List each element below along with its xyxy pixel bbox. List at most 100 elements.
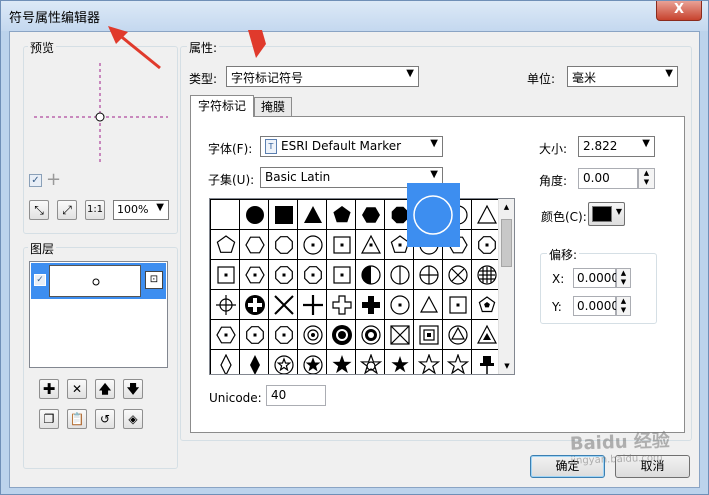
symbol-cell-circ-dot-icon[interactable] bbox=[385, 290, 414, 320]
paste-layer-button[interactable]: 📋 bbox=[67, 409, 87, 429]
copy-layer-button[interactable]: ❐ bbox=[39, 409, 59, 429]
offset-y-field[interactable]: 0.0000 bbox=[573, 296, 619, 316]
symbol-cell-plus-o-icon[interactable] bbox=[327, 290, 356, 320]
scroll-thumb[interactable] bbox=[501, 219, 512, 267]
sq-dot-icon bbox=[449, 296, 467, 314]
symbol-cell-dot-sq-icon[interactable] bbox=[327, 230, 356, 260]
symbol-cell-dot-sq2-icon[interactable] bbox=[211, 260, 240, 290]
symbol-cell-hex-o-icon[interactable] bbox=[240, 230, 269, 260]
symbol-cell-dot-icon[interactable] bbox=[240, 200, 269, 230]
symbol-cell-x-icon[interactable] bbox=[269, 290, 298, 320]
unicode-field[interactable]: 40 bbox=[266, 385, 326, 406]
symbol-cell-circ-star-icon[interactable] bbox=[269, 350, 298, 374]
symbol-cell-dot-oct-icon[interactable] bbox=[472, 230, 501, 260]
zoom-out-fit-button[interactable]: ⤢ bbox=[57, 200, 77, 220]
symbol-cell-oct-o-icon[interactable] bbox=[269, 230, 298, 260]
offset-x-spinner[interactable]: ▲ ▼ bbox=[616, 268, 631, 288]
symbol-cell-hex-icon[interactable] bbox=[356, 200, 385, 230]
symbol-cell-dot-hex2-icon[interactable] bbox=[240, 260, 269, 290]
size-select[interactable]: 2.822 ▼ bbox=[578, 136, 655, 157]
symbol-cell-circ-cross-b-icon[interactable] bbox=[240, 290, 269, 320]
symbol-cell-pin-icon[interactable] bbox=[472, 350, 501, 374]
scroll-down-arrow[interactable]: ▼ bbox=[499, 358, 514, 374]
symbol-cell-hex-dot-icon[interactable] bbox=[211, 320, 240, 350]
close-button[interactable]: X bbox=[656, 1, 702, 21]
symbol-cell-circ-star2-icon[interactable] bbox=[298, 350, 327, 374]
angle-spinner[interactable]: ▲ ▼ bbox=[638, 168, 655, 189]
add-layer-button[interactable]: ✚ bbox=[39, 379, 59, 399]
symbol-cell-bullseye2-icon[interactable] bbox=[327, 320, 356, 350]
symbol-cell-sq-x-icon[interactable] bbox=[385, 320, 414, 350]
offset-x-field[interactable]: 0.0000 bbox=[573, 268, 619, 288]
plus-icon bbox=[303, 295, 323, 315]
symbol-cell-circ-tri-icon[interactable] bbox=[443, 320, 472, 350]
symbol-cell-half-icon[interactable] bbox=[356, 260, 385, 290]
symbol-cell-dot-c-icon[interactable] bbox=[298, 230, 327, 260]
size-value: 2.822 bbox=[583, 139, 618, 153]
symbol-cell-dot-sq3-icon[interactable] bbox=[327, 260, 356, 290]
symbol-cell-square-icon[interactable] bbox=[269, 200, 298, 230]
color-picker-button[interactable]: ▼ bbox=[588, 202, 625, 226]
move-layer-up-button[interactable]: 🡅 bbox=[95, 379, 115, 399]
blank-icon bbox=[215, 204, 237, 226]
symbol-cell-diamond-b-icon[interactable] bbox=[240, 350, 269, 374]
symbol-cell-tri-o2-icon[interactable] bbox=[414, 290, 443, 320]
font-select[interactable]: T ESRI Default Marker ▼ bbox=[260, 136, 443, 157]
symbol-cell-pent-o-icon[interactable] bbox=[211, 230, 240, 260]
symbol-cell-star-s-icon[interactable] bbox=[385, 350, 414, 374]
unit-select[interactable]: 毫米 ▼ bbox=[567, 66, 678, 87]
tab-mask[interactable]: 掩膜 bbox=[254, 97, 292, 117]
reset-layer-button[interactable]: ↺ bbox=[95, 409, 115, 429]
symbol-cell-diamond-o-icon[interactable] bbox=[211, 350, 240, 374]
symbol-cell-oct-dot-icon[interactable] bbox=[240, 320, 269, 350]
symbol-cell-blank-icon[interactable] bbox=[211, 200, 240, 230]
symbol-cell-dot-oct2-icon[interactable] bbox=[269, 260, 298, 290]
remove-layer-button[interactable]: ✕ bbox=[67, 379, 87, 399]
circ-v-icon bbox=[390, 265, 410, 285]
symbol-cell-star-b-icon[interactable] bbox=[327, 350, 356, 374]
symbol-cell-circ-v-icon[interactable] bbox=[385, 260, 414, 290]
star-s-icon bbox=[391, 356, 409, 373]
symbol-cell-tri-icon[interactable] bbox=[298, 200, 327, 230]
symbol-cell-bullseye-icon[interactable] bbox=[298, 320, 327, 350]
layer-row[interactable]: ✓ ⊡ bbox=[31, 263, 166, 299]
layer-lock-icon[interactable]: ⊡ bbox=[145, 271, 163, 289]
symbol-cell-star-o-icon[interactable] bbox=[414, 350, 443, 374]
scroll-up-arrow[interactable]: ▲ bbox=[499, 199, 514, 215]
symbol-cell-circ-plus-icon[interactable] bbox=[414, 260, 443, 290]
symbol-cell-sq-sq-icon[interactable] bbox=[414, 320, 443, 350]
angle-field[interactable]: 0.00 bbox=[578, 168, 638, 189]
symbol-cell-pent-b-icon[interactable] bbox=[472, 290, 501, 320]
symbol-cell-crosshair-icon[interactable] bbox=[211, 290, 240, 320]
symbol-cell-oct-dot2-icon[interactable] bbox=[269, 320, 298, 350]
bullseye2-icon bbox=[332, 325, 352, 345]
symbol-cell-circ-x-icon[interactable] bbox=[443, 260, 472, 290]
symbol-cell-dot-oct3-icon[interactable] bbox=[298, 260, 327, 290]
symbol-cell-plus-icon[interactable] bbox=[298, 290, 327, 320]
symbol-cell-star-c-icon[interactable] bbox=[356, 350, 385, 374]
symbol-cell-tri-o-icon[interactable] bbox=[472, 200, 501, 230]
symbol-cell-star-o2-icon[interactable] bbox=[443, 350, 472, 374]
star-b-icon bbox=[332, 355, 352, 374]
symbol-cell-plus-b-icon[interactable] bbox=[356, 290, 385, 320]
layer-visible-checkbox[interactable]: ✓ bbox=[34, 274, 46, 286]
zoom-in-fit-button[interactable]: ⤡ bbox=[29, 200, 49, 220]
actual-size-button[interactable]: 1:1 bbox=[85, 200, 105, 220]
symbol-cell-dot-tri-icon[interactable] bbox=[356, 230, 385, 260]
font-file-icon: T bbox=[265, 139, 277, 154]
offset-y-spinner[interactable]: ▲ ▼ bbox=[616, 296, 631, 316]
symbol-cell-sq-dot-icon[interactable] bbox=[443, 290, 472, 320]
symbol-cell-circ-grid-icon[interactable] bbox=[472, 260, 501, 290]
preview-checkbox[interactable]: ✓ bbox=[29, 174, 42, 187]
dot-sq3-icon bbox=[333, 266, 351, 284]
grid-scrollbar[interactable]: ▲ ▼ bbox=[498, 199, 514, 374]
tab-character-marker[interactable]: 字符标记 bbox=[190, 95, 254, 117]
type-select[interactable]: 字符标记符号 ▼ bbox=[226, 66, 419, 87]
symbol-cell-tri-tri-icon[interactable] bbox=[472, 320, 501, 350]
move-layer-down-button[interactable]: 🡇 bbox=[123, 379, 143, 399]
zoom-select[interactable]: 100% ▼ bbox=[113, 200, 169, 220]
tag-layer-button[interactable]: ◈ bbox=[123, 409, 143, 429]
symbol-cell-bullseye3-icon[interactable] bbox=[356, 320, 385, 350]
dot-oct2-icon bbox=[275, 266, 293, 284]
symbol-cell-pent-icon[interactable] bbox=[327, 200, 356, 230]
